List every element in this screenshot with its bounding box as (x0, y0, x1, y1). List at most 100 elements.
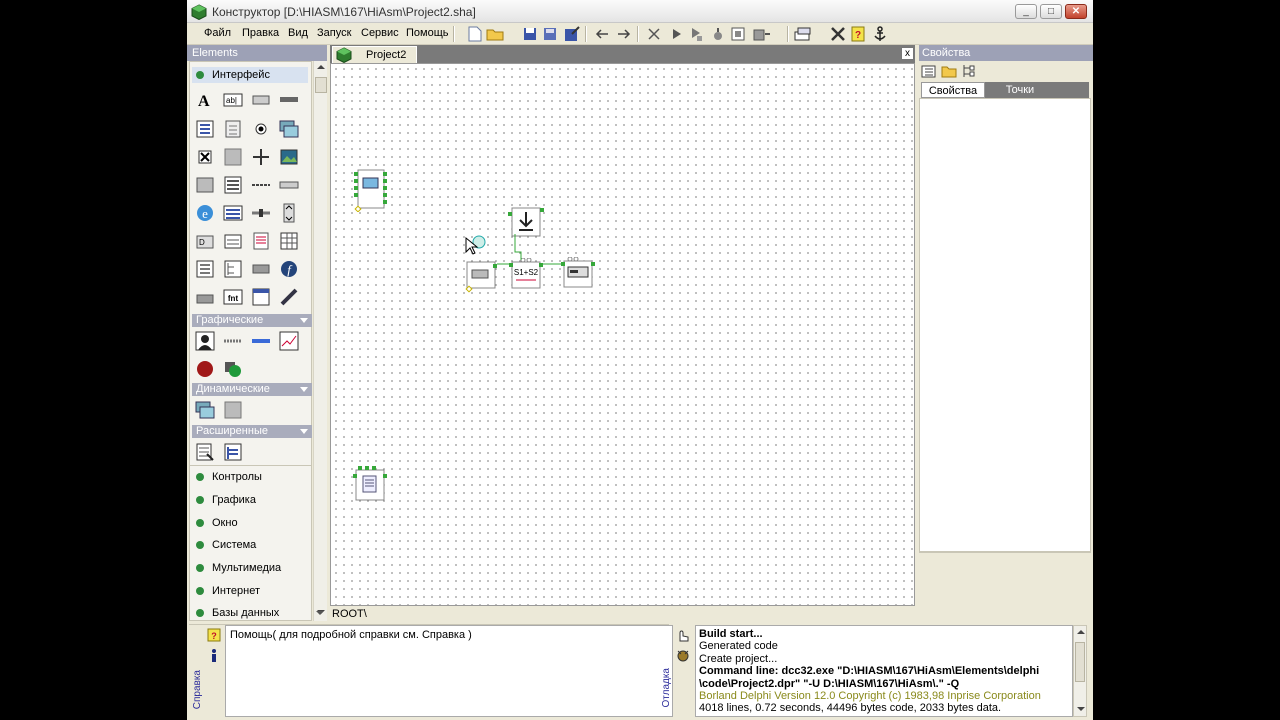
maximize-button[interactable]: □ (1040, 4, 1062, 19)
log-scrollbar[interactable] (1073, 625, 1087, 717)
gradient-bar-icon[interactable] (251, 331, 271, 351)
properties-folder-icon[interactable] (941, 63, 957, 79)
log-scroll-up-icon[interactable] (1077, 629, 1085, 635)
save-as-icon[interactable] (563, 25, 581, 43)
bevel-icon[interactable] (223, 147, 243, 167)
deploy-icon[interactable] (753, 25, 771, 43)
tab-points[interactable]: Точки (987, 82, 1053, 98)
category-graphics[interactable]: Графические (192, 314, 312, 327)
open-folder-icon[interactable] (486, 25, 504, 43)
menu-service[interactable]: Сервис (361, 27, 399, 39)
font-dialog-icon[interactable]: fnt (223, 287, 243, 307)
group-internet[interactable]: Интернет (196, 585, 260, 597)
list-view-icon[interactable] (195, 259, 215, 279)
undo-arrow-icon[interactable] (593, 25, 611, 43)
group-system[interactable]: Система (196, 539, 256, 551)
string-grid-icon[interactable] (279, 231, 299, 251)
extended-list-icon[interactable] (223, 442, 243, 462)
tab-control-icon[interactable]: D (195, 231, 215, 251)
menu-help[interactable]: Помощь (406, 27, 449, 39)
window-layout-icon[interactable] (794, 25, 812, 43)
web-browser-icon[interactable]: e (195, 203, 215, 223)
menu-edit[interactable]: Правка (242, 27, 279, 39)
close-button[interactable]: ✕ (1065, 4, 1087, 19)
group-graphics[interactable]: Графика (196, 494, 256, 506)
menu-run[interactable]: Запуск (317, 27, 351, 39)
listbox-icon[interactable] (195, 119, 215, 139)
shapes-icon[interactable] (223, 359, 243, 379)
folder-dialog-icon[interactable] (195, 287, 215, 307)
dynamic-window-icon[interactable] (195, 400, 215, 420)
group-box-icon[interactable] (223, 231, 243, 251)
tab-project2[interactable]: Project2 (332, 46, 417, 63)
group-controls[interactable]: Контролы (196, 471, 262, 483)
flash-player-icon[interactable]: f (279, 259, 299, 279)
run-debug-icon[interactable] (688, 25, 706, 43)
group-multimedia[interactable]: Мультимедиа (196, 562, 281, 574)
schema-canvas[interactable]: S1+S2 (330, 63, 915, 606)
status-bar-icon[interactable] (251, 259, 271, 279)
combobox-icon[interactable] (223, 203, 243, 223)
rich-edit-icon[interactable] (251, 231, 271, 251)
build-icon[interactable] (729, 25, 747, 43)
palette-scrollbar[interactable] (313, 61, 327, 621)
run-icon[interactable] (668, 25, 686, 43)
updown-icon[interactable] (279, 203, 299, 223)
label-text-icon[interactable]: A (195, 90, 215, 110)
edit-field-icon[interactable]: ab| (223, 90, 243, 110)
image-icon[interactable] (279, 147, 299, 167)
group-databases[interactable]: Базы данных (196, 607, 279, 619)
splitter-icon[interactable] (251, 147, 271, 167)
checkbox-icon[interactable] (195, 147, 215, 167)
hyperlink-icon[interactable] (279, 287, 299, 307)
scrollbar-icon[interactable] (251, 203, 271, 223)
scroll-thumb[interactable] (315, 77, 327, 93)
person-image-icon[interactable] (195, 331, 215, 351)
tab-properties[interactable]: Свойства (921, 82, 985, 98)
debug-bug-icon[interactable] (676, 648, 690, 662)
delete-icon[interactable] (645, 25, 663, 43)
save-all-icon[interactable] (541, 25, 559, 43)
properties-grid-icon[interactable] (921, 63, 937, 79)
tools-icon[interactable] (829, 25, 847, 43)
dynamic-panel-icon[interactable] (223, 400, 243, 420)
help-icon[interactable]: ? (849, 25, 867, 43)
memo-component[interactable] (352, 464, 388, 507)
help-question-icon[interactable]: ? (207, 628, 221, 642)
minimize-button[interactable]: _ (1015, 4, 1037, 19)
button-ok-icon[interactable] (251, 90, 271, 110)
panel-window-icon[interactable] (279, 119, 299, 139)
hand-pointer-icon[interactable] (676, 628, 690, 642)
scroll-up-arrow-icon[interactable] (317, 64, 325, 70)
category-dynamic[interactable]: Динамические (192, 383, 312, 396)
main-menu-icon[interactable] (251, 287, 271, 307)
plot-chart-icon[interactable] (279, 331, 299, 351)
extended-grid-icon[interactable] (195, 442, 215, 462)
trackbar-icon[interactable] (251, 175, 271, 195)
memo-icon[interactable] (223, 119, 243, 139)
compile-icon[interactable] (709, 25, 727, 43)
path-dropdown-icon[interactable] (316, 610, 324, 616)
shape-circle-icon[interactable] (195, 359, 215, 379)
anchor-icon[interactable] (871, 25, 889, 43)
log-scroll-thumb[interactable] (1075, 642, 1085, 682)
log-scroll-down-icon[interactable] (1077, 706, 1085, 712)
properties-tree-icon[interactable] (961, 63, 977, 79)
panel-icon[interactable] (195, 175, 215, 195)
redo-arrow-icon[interactable] (615, 25, 633, 43)
menu-view[interactable]: Вид (288, 27, 308, 39)
progress-bar-icon[interactable] (279, 175, 299, 195)
menu-file[interactable]: Файл (204, 27, 231, 39)
info-icon[interactable] (209, 648, 219, 662)
tree-view-icon[interactable] (223, 259, 243, 279)
grid-text-icon[interactable] (223, 175, 243, 195)
save-icon[interactable] (521, 25, 539, 43)
group-window[interactable]: Окно (196, 517, 238, 529)
title-bar[interactable]: Конструктор [D:\HIASM\167\HiAsm\Project2… (187, 0, 1093, 23)
category-extended[interactable]: Расширенные (192, 425, 312, 438)
radio-button-icon[interactable] (251, 119, 271, 139)
close-tab-button[interactable]: x (901, 47, 914, 60)
group-interface[interactable]: Интерфейс (192, 67, 308, 83)
shape-line-icon[interactable] (223, 331, 243, 351)
new-file-icon[interactable] (466, 25, 484, 43)
